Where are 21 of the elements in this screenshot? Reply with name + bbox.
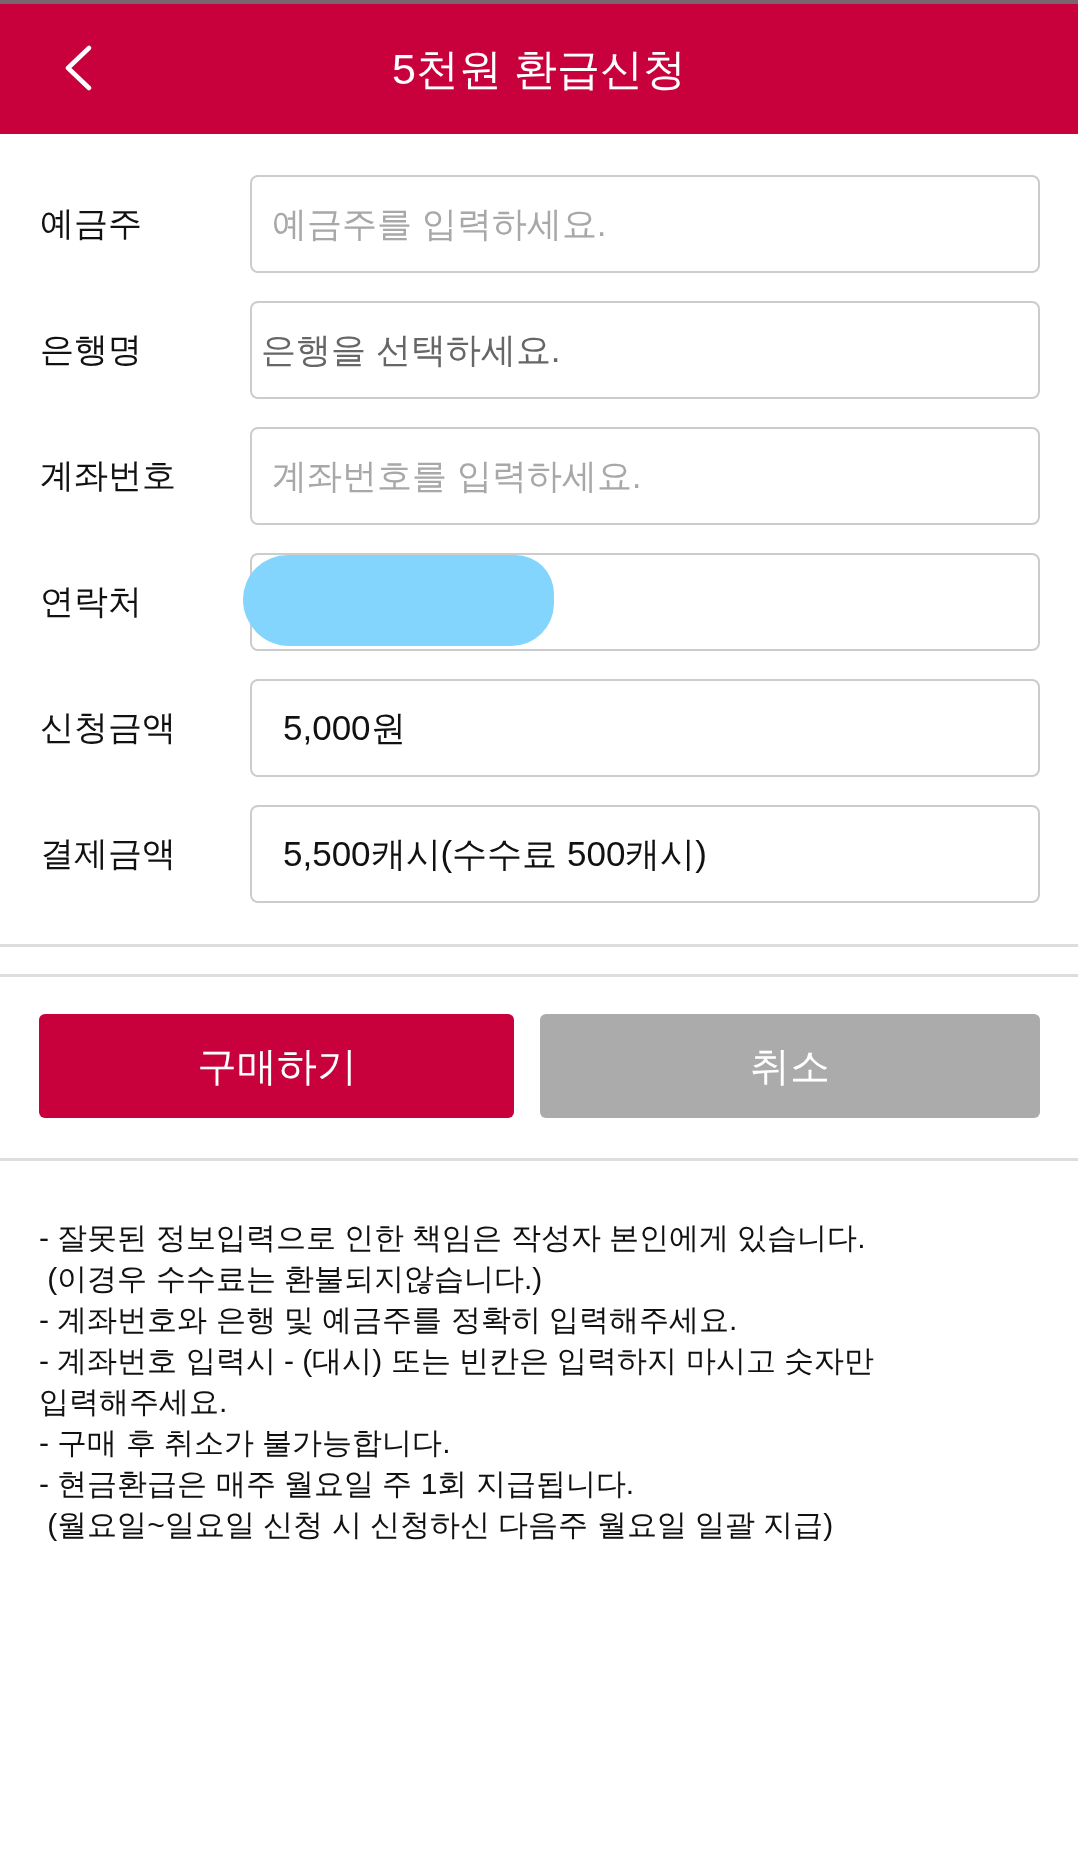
field-label: 신청금액 — [40, 707, 177, 748]
select-field[interactable]: 은행을 선택하세요. — [250, 301, 1040, 399]
field-label: 연락처 — [40, 581, 143, 622]
input-field[interactable]: 5,500캐시(수수료 500캐시) — [250, 805, 1040, 903]
notice-text: (이경우 수수료는 환불되지않습니다.) — [46, 1261, 544, 1297]
notice-text: - 계좌번호와 은행 및 예금주를 정확히 입력해주세요. — [39, 1302, 739, 1338]
purchase-button[interactable]: 구매하기 — [39, 1014, 514, 1118]
input-field[interactable]: 계좌번호를 입력하세요. — [250, 427, 1040, 525]
chevron-left-icon — [64, 45, 92, 91]
notice-text: - 계좌번호 입력시 - (대시) 또는 빈칸은 입력하지 마시고 숫자만 입력해주세요. — [39, 1343, 875, 1420]
input-field[interactable]: 5,000원 — [250, 679, 1040, 777]
notice-text: (월요일~일요일 신청 시 신청하신 다음주 월요일 일괄 지급) — [46, 1507, 835, 1543]
field-label: 은행명 — [40, 329, 143, 370]
field-label: 계좌번호 — [40, 455, 177, 496]
notice-text: - 구매 후 취소가 불가능합니다. — [39, 1425, 452, 1461]
notice-text: - 현금환급은 매주 월요일 주 1회 지급됩니다. — [39, 1466, 636, 1502]
field-label: 결제금액 — [40, 833, 177, 874]
notice-text: - 잘못된 정보입력으로 인한 책임은 작성자 본인에게 있습니다. — [39, 1220, 867, 1256]
page-title: 5천원 환급신청 — [392, 44, 686, 95]
input-field[interactable]: 예금주를 입력하세요. — [250, 175, 1040, 273]
field-label: 예금주 — [40, 203, 143, 244]
